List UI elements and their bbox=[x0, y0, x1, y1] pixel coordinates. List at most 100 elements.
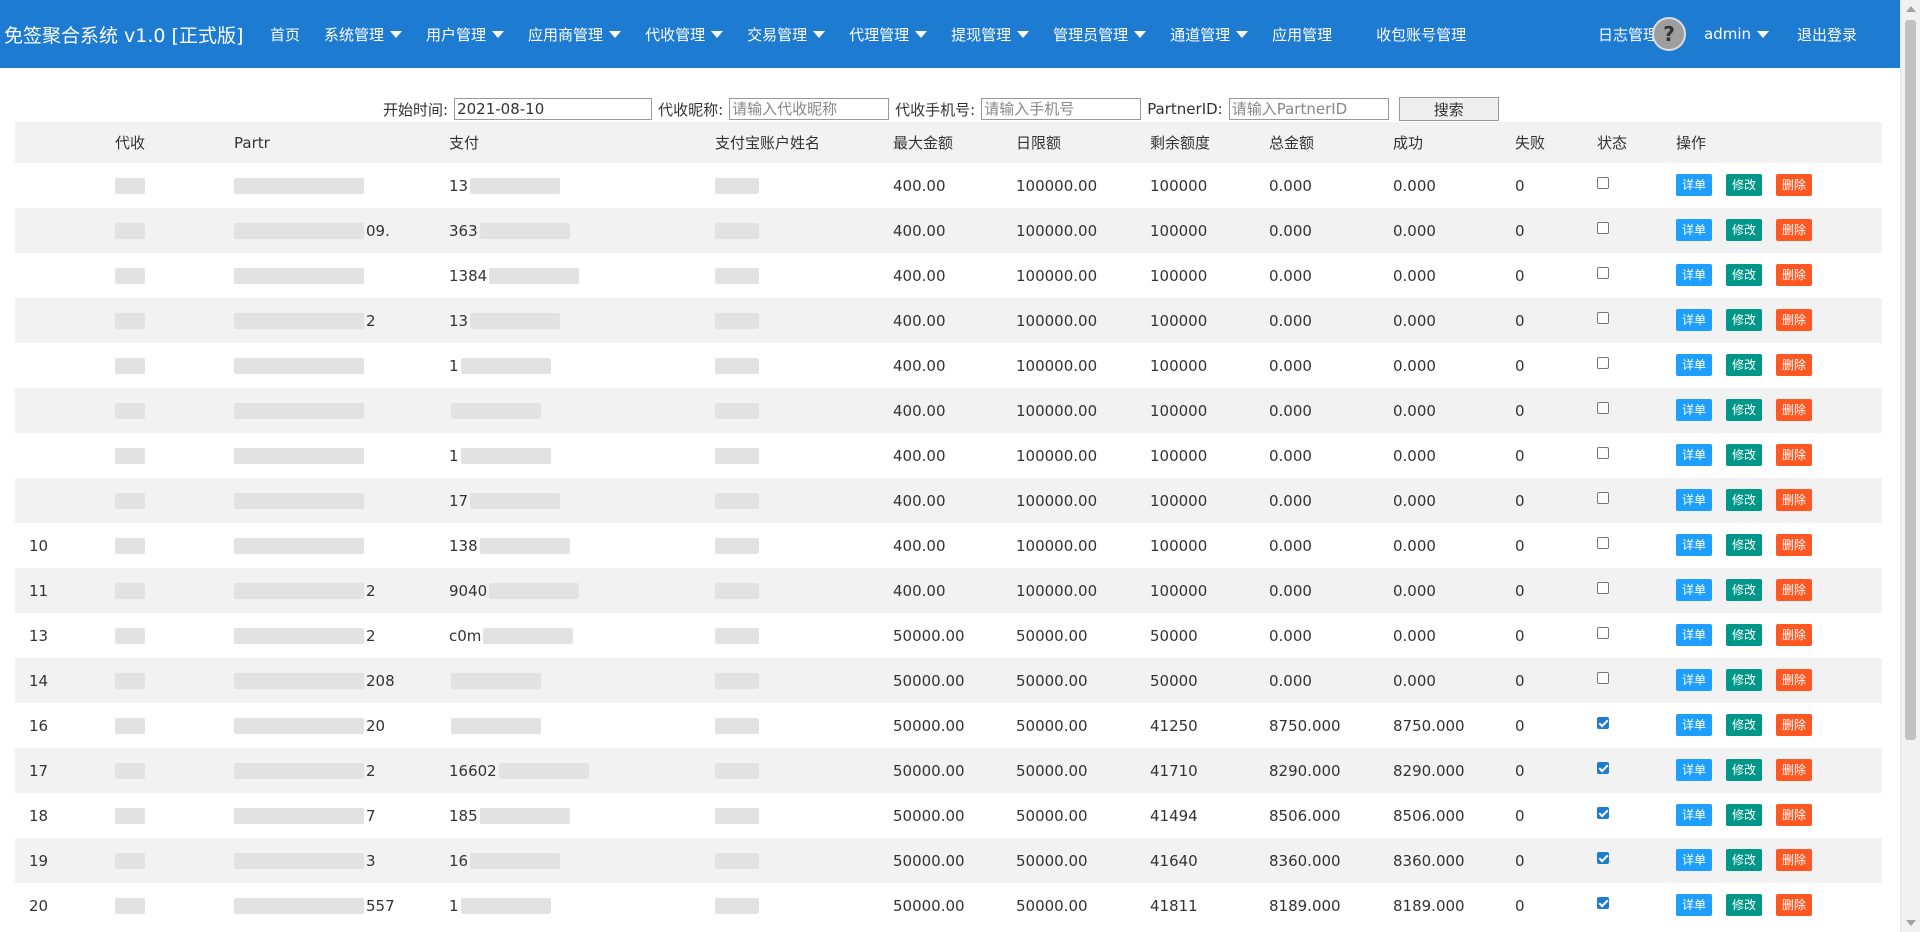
status-checkbox[interactable] bbox=[1597, 491, 1609, 504]
redaction bbox=[115, 178, 145, 194]
nav-item-8[interactable]: 管理员管理 bbox=[1053, 24, 1147, 45]
nav-item-11[interactable]: 收包账号管理 bbox=[1376, 24, 1466, 45]
delete-button[interactable]: 删除 bbox=[1776, 308, 1813, 331]
scrollbar-thumb[interactable] bbox=[1905, 20, 1916, 740]
detail-button[interactable]: 详单 bbox=[1676, 398, 1713, 421]
status-checkbox[interactable] bbox=[1597, 266, 1609, 279]
edit-button[interactable]: 修改 bbox=[1726, 668, 1763, 691]
edit-button[interactable]: 修改 bbox=[1726, 533, 1763, 556]
edit-button[interactable]: 修改 bbox=[1726, 803, 1763, 826]
status-checkbox[interactable] bbox=[1597, 896, 1609, 909]
detail-button[interactable]: 详单 bbox=[1676, 623, 1713, 646]
status-checkbox[interactable] bbox=[1597, 671, 1609, 684]
detail-button[interactable]: 详单 bbox=[1676, 578, 1713, 601]
detail-button[interactable]: 详单 bbox=[1676, 443, 1713, 466]
edit-button[interactable]: 修改 bbox=[1726, 758, 1763, 781]
nav-item-7[interactable]: 提现管理 bbox=[951, 24, 1030, 45]
detail-button[interactable]: 详单 bbox=[1676, 218, 1713, 241]
nav-item-2[interactable]: 用户管理 bbox=[426, 24, 505, 45]
delete-button[interactable]: 删除 bbox=[1776, 218, 1813, 241]
status-checkbox[interactable] bbox=[1597, 311, 1609, 324]
delete-button[interactable]: 删除 bbox=[1776, 713, 1813, 736]
detail-button[interactable]: 详单 bbox=[1676, 893, 1713, 916]
status-checkbox[interactable] bbox=[1597, 401, 1609, 414]
delete-button[interactable]: 删除 bbox=[1776, 443, 1813, 466]
status-checkbox[interactable] bbox=[1597, 761, 1609, 774]
nav-item-1[interactable]: 系统管理 bbox=[324, 24, 403, 45]
logout-link[interactable]: 退出登录 bbox=[1797, 24, 1857, 45]
status-checkbox[interactable] bbox=[1597, 221, 1609, 234]
delete-button[interactable]: 删除 bbox=[1776, 398, 1813, 421]
search-button[interactable]: 搜索 bbox=[1398, 97, 1499, 121]
detail-button[interactable]: 详单 bbox=[1676, 533, 1713, 556]
status-checkbox[interactable] bbox=[1597, 626, 1609, 639]
delete-button[interactable]: 删除 bbox=[1776, 578, 1813, 601]
edit-button[interactable]: 修改 bbox=[1726, 623, 1763, 646]
start-time-input[interactable] bbox=[454, 98, 653, 120]
edit-button[interactable]: 修改 bbox=[1726, 488, 1763, 511]
delete-button[interactable]: 删除 bbox=[1776, 173, 1813, 196]
edit-button[interactable]: 修改 bbox=[1726, 263, 1763, 286]
edit-button[interactable]: 修改 bbox=[1726, 848, 1763, 871]
detail-button[interactable]: 详单 bbox=[1676, 173, 1713, 196]
edit-button[interactable]: 修改 bbox=[1726, 308, 1763, 331]
edit-button[interactable]: 修改 bbox=[1726, 398, 1763, 421]
status-checkbox[interactable] bbox=[1597, 716, 1609, 729]
detail-button[interactable]: 详单 bbox=[1676, 488, 1713, 511]
nav-item-log[interactable]: 日志管理 bbox=[1598, 24, 1658, 45]
delete-button[interactable]: 删除 bbox=[1776, 533, 1813, 556]
vertical-scrollbar[interactable] bbox=[1900, 0, 1920, 932]
detail-button[interactable]: 详单 bbox=[1676, 308, 1713, 331]
status-checkbox[interactable] bbox=[1597, 806, 1609, 819]
edit-button[interactable]: 修改 bbox=[1726, 173, 1763, 196]
nav-item-0[interactable]: 首页 bbox=[270, 24, 300, 45]
detail-button[interactable]: 详单 bbox=[1676, 803, 1713, 826]
row-partner: 2 bbox=[234, 582, 376, 600]
edit-button[interactable]: 修改 bbox=[1726, 218, 1763, 241]
delete-button[interactable]: 删除 bbox=[1776, 893, 1813, 916]
delete-button[interactable]: 删除 bbox=[1776, 353, 1813, 376]
status-checkbox[interactable] bbox=[1597, 851, 1609, 864]
nav-item-6[interactable]: 代理管理 bbox=[849, 24, 928, 45]
status-checkbox[interactable] bbox=[1597, 536, 1609, 549]
detail-button[interactable]: 详单 bbox=[1676, 353, 1713, 376]
nav-item-5[interactable]: 交易管理 bbox=[747, 24, 826, 45]
edit-button[interactable]: 修改 bbox=[1726, 443, 1763, 466]
delete-button[interactable]: 删除 bbox=[1776, 848, 1813, 871]
status-checkbox[interactable] bbox=[1597, 446, 1609, 459]
delete-button[interactable]: 删除 bbox=[1776, 488, 1813, 511]
avatar-icon[interactable]: ? bbox=[1652, 17, 1687, 51]
row-success: 0.000 bbox=[1393, 401, 1436, 420]
row-day-limit: 100000.00 bbox=[1016, 581, 1098, 600]
row-fail: 0 bbox=[1515, 311, 1525, 330]
nav-item-9[interactable]: 通道管理 bbox=[1170, 24, 1249, 45]
nickname-input[interactable] bbox=[729, 98, 890, 120]
admin-menu[interactable]: admin bbox=[1704, 25, 1770, 43]
partner-id-input[interactable] bbox=[1228, 98, 1389, 120]
nav-item-3[interactable]: 应用商管理 bbox=[528, 24, 622, 45]
edit-button[interactable]: 修改 bbox=[1726, 578, 1763, 601]
delete-button[interactable]: 删除 bbox=[1776, 668, 1813, 691]
status-checkbox[interactable] bbox=[1597, 356, 1609, 369]
delete-button[interactable]: 删除 bbox=[1776, 803, 1813, 826]
status-checkbox[interactable] bbox=[1597, 176, 1609, 189]
edit-button[interactable]: 修改 bbox=[1726, 353, 1763, 376]
nav-item-4[interactable]: 代收管理 bbox=[645, 24, 724, 45]
scroll-down-arrow-icon[interactable] bbox=[1906, 920, 1916, 926]
detail-button[interactable]: 详单 bbox=[1676, 668, 1713, 691]
nav-item-10[interactable]: 应用管理 bbox=[1272, 24, 1332, 45]
delete-button[interactable]: 删除 bbox=[1776, 623, 1813, 646]
delete-button[interactable]: 删除 bbox=[1776, 758, 1813, 781]
edit-button[interactable]: 修改 bbox=[1726, 893, 1763, 916]
detail-button[interactable]: 详单 bbox=[1676, 848, 1713, 871]
redaction bbox=[470, 493, 561, 509]
row-dai-redacted bbox=[115, 222, 145, 240]
detail-button[interactable]: 详单 bbox=[1676, 263, 1713, 286]
detail-button[interactable]: 详单 bbox=[1676, 758, 1713, 781]
edit-button[interactable]: 修改 bbox=[1726, 713, 1763, 736]
scroll-up-arrow-icon[interactable] bbox=[1906, 6, 1916, 12]
phone-input[interactable] bbox=[981, 98, 1142, 120]
delete-button[interactable]: 删除 bbox=[1776, 263, 1813, 286]
status-checkbox[interactable] bbox=[1597, 581, 1609, 594]
detail-button[interactable]: 详单 bbox=[1676, 713, 1713, 736]
